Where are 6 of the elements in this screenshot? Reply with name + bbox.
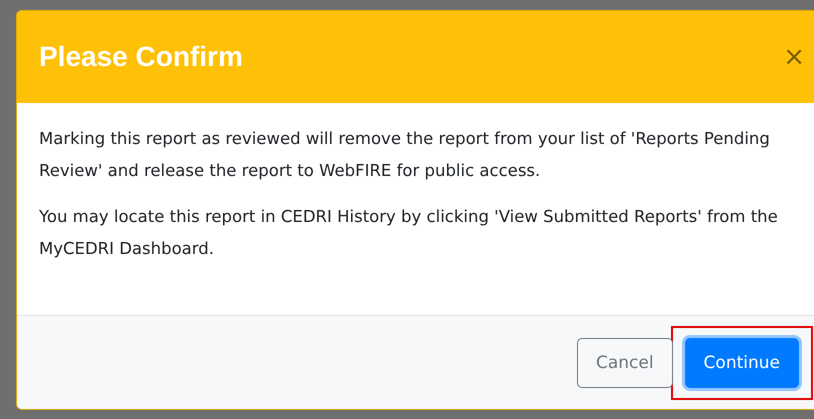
message-text: Marking this report as reviewed will remove the report from your list of 'Reports Pending Review' and release the report to WebFIRE for public access. [39, 128, 771, 182]
message-text: You may locate this report in CEDRI History by clicking 'View Submitted Reports' from the MyCEDRI Dashboard. [39, 206, 779, 260]
cancel-button[interactable]: Cancel [576, 338, 673, 388]
dialog-title: Please Confirm [39, 41, 243, 73]
continue-button[interactable]: Continue [684, 338, 799, 388]
close-button[interactable]: × [783, 44, 805, 70]
